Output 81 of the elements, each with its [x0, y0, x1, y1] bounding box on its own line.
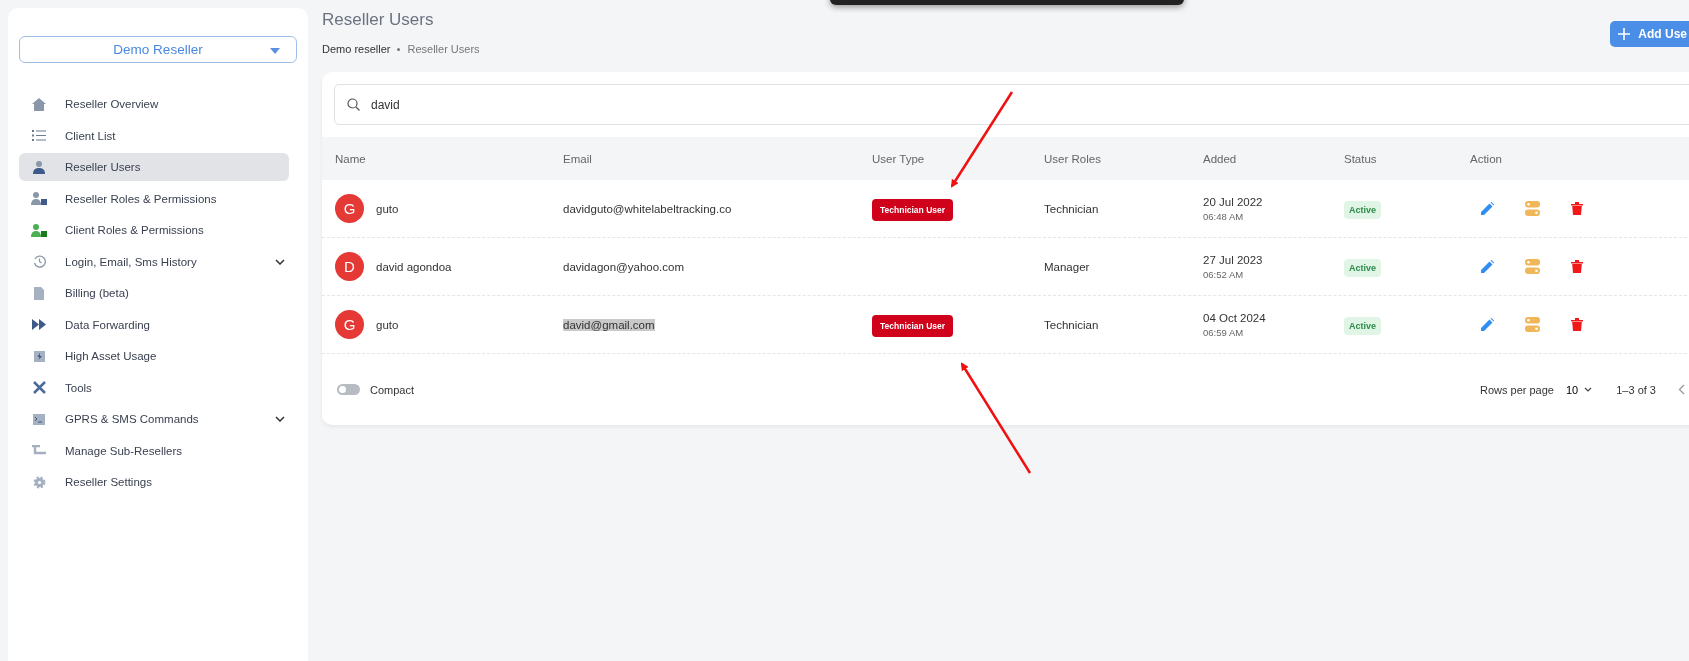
- table-cell-text: 06:52 AM: [1203, 268, 1245, 280]
- status-badge: Active: [1344, 316, 1381, 335]
- table-cell: davidguto@whitelabeltracking.co: [563, 202, 732, 215]
- user-type-badge: Technician User: [872, 198, 954, 221]
- sidebar-item[interactable]: Reseller Roles & Permissions: [19, 184, 289, 213]
- user-lock-icon: [31, 223, 47, 237]
- table-cell: david agondoa: [376, 260, 452, 273]
- page-title: Reseller Users: [322, 10, 435, 30]
- delete-icon[interactable]: [1571, 202, 1583, 215]
- reseller-dropdown[interactable]: Demo Reseller: [19, 36, 297, 63]
- compact-label: Compact: [370, 383, 415, 396]
- caret-icon: [270, 48, 280, 54]
- home-icon: [32, 97, 46, 111]
- page-range: 1–3 of 3: [1616, 383, 1656, 396]
- toggle-icon[interactable]: [1525, 201, 1540, 216]
- avatar-circle: G: [335, 310, 364, 339]
- table-cell: guto: [376, 318, 399, 331]
- sidebar-item[interactable]: Client Roles & Permissions: [19, 216, 289, 244]
- avatar-circle: D: [335, 252, 364, 281]
- user-icon: [33, 160, 45, 174]
- rows-per-page-label: Rows per page: [1480, 383, 1554, 396]
- compact-toggle[interactable]: [337, 384, 360, 395]
- sidebar-item[interactable]: Reseller Settings: [19, 468, 289, 496]
- toggle-icon[interactable]: [1525, 317, 1540, 332]
- sidebar-item[interactable]: High Asset Usage: [19, 342, 289, 370]
- previous-page-icon[interactable]: [1678, 384, 1685, 395]
- sidebar-item[interactable]: Billing (beta): [19, 279, 289, 307]
- sidebar-item[interactable]: Reseller Overview: [19, 90, 289, 118]
- sidebar-item[interactable]: Manage Sub-Resellers: [19, 436, 289, 465]
- forward-icon: [32, 319, 46, 330]
- breadcrumb-separator-icon: [397, 47, 401, 51]
- user-type-badge: Technician User: [872, 314, 954, 337]
- tools-icon: [32, 381, 46, 394]
- terminal-icon: [33, 413, 45, 425]
- edit-icon[interactable]: [1481, 260, 1494, 273]
- table-cell: Technician: [1044, 318, 1099, 331]
- document-icon: [34, 286, 44, 300]
- status-badge: Active: [1344, 200, 1381, 219]
- table-cell-text: 04 Oct 2024: [1203, 311, 1267, 324]
- table-cell-text: 06:59 AM: [1203, 326, 1245, 338]
- status-badge: Active: [1344, 258, 1381, 277]
- breadcrumb-current: Reseller Users: [407, 43, 480, 55]
- user-lock-icon: [31, 192, 47, 205]
- column-header: Email: [563, 152, 593, 165]
- plus-icon: [1618, 28, 1631, 40]
- column-header: User Roles: [1044, 152, 1102, 165]
- column-header: Added: [1203, 152, 1238, 165]
- sidebar-item[interactable]: Data Forwarding: [19, 310, 289, 339]
- table-cell: Manager: [1044, 260, 1090, 273]
- search-field[interactable]: david: [334, 84, 1689, 125]
- sidebar-item[interactable]: Reseller Users: [19, 153, 289, 181]
- table-cell: guto: [376, 202, 399, 215]
- rows-per-page-dropdown[interactable]: 10: [1566, 383, 1593, 396]
- delete-icon[interactable]: [1571, 318, 1583, 331]
- sidebar-item[interactable]: Client List: [19, 121, 289, 150]
- table-cell-text: 06:48 AM: [1203, 210, 1245, 222]
- edit-icon[interactable]: [1481, 318, 1494, 331]
- search-icon: [347, 98, 360, 111]
- column-header: Status: [1344, 152, 1378, 165]
- edit-icon[interactable]: [1481, 202, 1494, 215]
- sidebar-item[interactable]: Login, Email, Sms History: [19, 247, 289, 276]
- delete-icon[interactable]: [1571, 260, 1583, 273]
- branch-icon: [32, 445, 46, 456]
- list-icon: [32, 130, 46, 141]
- table-cell: davidagon@yahoo.com: [563, 260, 684, 273]
- table-cell-text: 27 Jul 2023: [1203, 253, 1264, 266]
- column-header: User Type: [872, 152, 926, 165]
- settings-icon: [32, 475, 46, 489]
- bolt-icon: [33, 350, 45, 362]
- breadcrumb-link[interactable]: Demo reseller: [322, 43, 391, 55]
- table-cell: david@gmail.com: [563, 318, 655, 331]
- column-header: Name: [335, 152, 367, 165]
- history-icon: [32, 255, 46, 268]
- sidebar-item[interactable]: Tools: [19, 373, 289, 402]
- table-cell: Technician: [1044, 202, 1099, 215]
- toggle-icon[interactable]: [1525, 259, 1540, 274]
- sidebar-item[interactable]: GPRS & SMS Commands: [19, 405, 289, 433]
- chevron-down-icon: [1584, 387, 1593, 392]
- column-header: Action: [1470, 152, 1503, 165]
- table-cell-text: 20 Jul 2022: [1203, 195, 1264, 208]
- avatar-circle: G: [335, 194, 364, 223]
